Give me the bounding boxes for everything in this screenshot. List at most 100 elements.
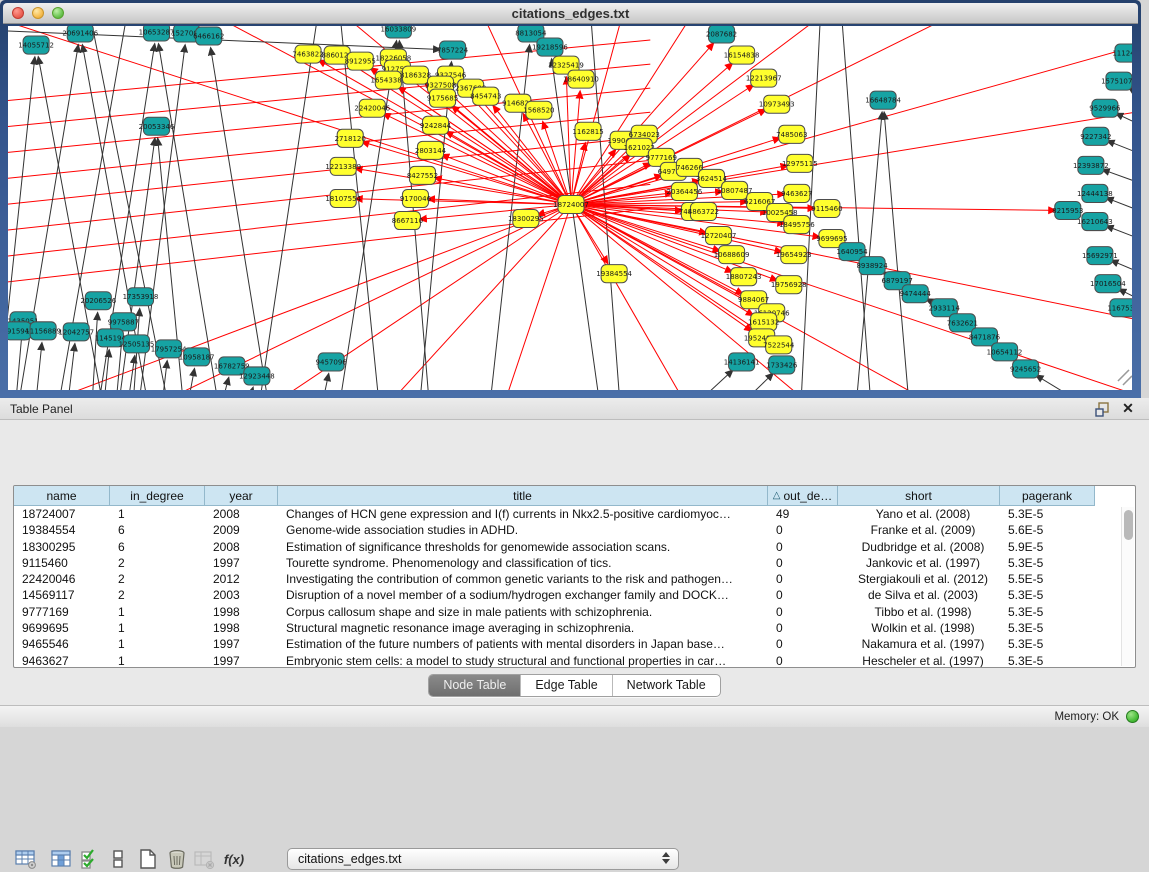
network-node[interactable]: 18495756 (779, 216, 815, 234)
network-edge[interactable] (259, 26, 319, 390)
network-node[interactable]: 9175685 (427, 89, 458, 107)
column-header-in_degree[interactable]: in_degree (110, 486, 205, 506)
network-node[interactable]: 9975887 (108, 313, 139, 331)
table-cell[interactable]: Wolkin et al. (1998) (838, 620, 1000, 636)
network-node[interactable]: 1615132 (748, 313, 779, 331)
network-node[interactable]: 10653287 (139, 26, 175, 41)
network-node[interactable]: 7522544 (763, 336, 795, 354)
network-node[interactable]: 18807243 (726, 268, 762, 286)
table-cell[interactable]: 0 (768, 587, 838, 603)
table-cell[interactable]: 2009 (205, 522, 278, 538)
network-node[interactable]: 19654923 (776, 246, 812, 264)
table-cell[interactable]: 1 (110, 636, 205, 652)
network-node[interactable]: 10958187 (179, 348, 215, 366)
table-cell[interactable]: 1997 (205, 555, 278, 571)
table-cell[interactable]: 2 (110, 587, 205, 603)
table-cell[interactable]: 9777169 (14, 604, 110, 620)
network-edge[interactable] (163, 361, 168, 390)
network-node[interactable]: 7485063 (776, 125, 807, 143)
network-node[interactable]: 6466162 (193, 27, 224, 45)
network-node[interactable]: 12213967 (746, 69, 782, 87)
network-edge[interactable] (571, 204, 1132, 326)
network-node[interactable]: 14136141 (724, 353, 760, 371)
network-node[interactable]: 1167531 (1107, 299, 1132, 317)
network-node[interactable]: 18107554 (325, 189, 361, 207)
table-cell[interactable]: 22420046 (14, 571, 110, 587)
network-edge[interactable] (349, 204, 571, 390)
network-node[interactable]: 12720407 (701, 227, 737, 245)
network-node[interactable]: 12213389 (325, 157, 361, 175)
network-edge[interactable] (1129, 88, 1132, 103)
network-edge[interactable] (158, 44, 218, 390)
new-table-button[interactable] (135, 846, 161, 872)
table-cell[interactable]: 14569117 (14, 587, 110, 603)
table-cell[interactable]: Tibbo et al. (1998) (838, 604, 1000, 620)
network-edge[interactable] (700, 370, 732, 390)
table-cell[interactable]: 49 (768, 506, 838, 522)
network-node[interactable]: 9529966 (1089, 99, 1121, 117)
network-node[interactable]: 18640910 (563, 70, 599, 88)
network-node[interactable]: 10973493 (759, 95, 795, 113)
column-header-pagerank[interactable]: pagerank (1000, 486, 1095, 506)
table-cell[interactable]: 2003 (205, 587, 278, 603)
table-cell[interactable]: 0 (768, 636, 838, 652)
table-cell[interactable]: 1997 (205, 653, 278, 668)
network-node[interactable]: 12923448 (239, 367, 275, 385)
network-node[interactable]: 18300295 (508, 210, 544, 228)
table-cell[interactable]: 5.3E-5 (1000, 620, 1095, 636)
column-visibility-button[interactable] (48, 846, 74, 872)
table-cell[interactable]: 18724007 (14, 506, 110, 522)
network-edge[interactable] (1106, 226, 1132, 244)
table-cell[interactable]: 5.3E-5 (1000, 653, 1095, 668)
network-node[interactable]: 9457096 (316, 353, 348, 371)
network-edge[interactable] (571, 26, 1012, 204)
table-cell[interactable]: 9699695 (14, 620, 110, 636)
table-row[interactable]: 1938455462009Genome-wide association stu… (14, 522, 1135, 538)
table-row[interactable]: 1456911722003Disruption of a novel membe… (14, 587, 1135, 603)
table-cell[interactable]: Stergiakouli et al. (2012) (838, 571, 1000, 587)
resize-handle-icon[interactable] (1118, 370, 1132, 385)
network-edge[interactable] (211, 48, 269, 390)
table-cell[interactable]: 2 (110, 571, 205, 587)
scrollbar-thumb[interactable] (1124, 510, 1133, 540)
table-cell[interactable]: Jankovic et al. (1997) (838, 555, 1000, 571)
delete-table-button[interactable] (191, 846, 217, 872)
network-node[interactable]: 2718120 (335, 129, 366, 147)
network-node[interactable]: 22420046 (354, 99, 390, 117)
network-node[interactable]: 19756928 (771, 276, 807, 294)
network-graph[interactable]: 8860123891295518226058912750316543382818… (8, 26, 1132, 390)
table-cell[interactable]: 5.9E-5 (1000, 539, 1095, 555)
close-panel-button[interactable]: ✕ (1119, 401, 1137, 417)
table-row[interactable]: 977716911998Corpus callosum shape and si… (14, 604, 1135, 620)
column-header-short[interactable]: short (838, 486, 1000, 506)
tab-node-table[interactable]: Node Table (429, 675, 521, 696)
network-node[interactable]: 8912955 (345, 52, 376, 70)
network-edge[interactable] (1116, 113, 1132, 130)
table-cell[interactable]: 5.5E-5 (1000, 571, 1095, 587)
network-node[interactable]: 8938924 (856, 257, 888, 275)
network-node[interactable]: 14055712 (18, 36, 54, 54)
table-cell[interactable]: 9463627 (14, 653, 110, 668)
network-node[interactable]: 9227342 (1080, 127, 1111, 145)
network-node[interactable]: 7857224 (437, 41, 469, 59)
network-node[interactable]: 17016504 (1090, 275, 1126, 293)
table-cell[interactable]: 2008 (205, 506, 278, 522)
table-cell[interactable]: 5.3E-5 (1000, 636, 1095, 652)
table-cell[interactable]: 0 (768, 522, 838, 538)
window-titlebar[interactable]: citations_edges.txt (3, 3, 1138, 24)
table-cell[interactable]: Yano et al. (2008) (838, 506, 1000, 522)
table-row[interactable]: 1872400712008Changes of HCN gene express… (14, 506, 1135, 522)
table-cell[interactable]: 5.3E-5 (1000, 555, 1095, 571)
table-cell[interactable]: Corpus callosum shape and size in male p… (278, 604, 768, 620)
network-node[interactable]: 8454743 (470, 87, 501, 105)
table-cell[interactable]: 1 (110, 653, 205, 668)
network-edge[interactable] (68, 344, 75, 390)
table-cell[interactable]: Estimation of significance thresholds fo… (278, 539, 768, 555)
table-cell[interactable]: 0 (768, 555, 838, 571)
table-cell[interactable]: Genome-wide association studies in ADHD. (278, 522, 768, 538)
function-builder-button[interactable]: f(x) (221, 846, 247, 872)
network-node[interactable]: 9474444 (900, 285, 932, 303)
float-panel-button[interactable] (1095, 401, 1113, 417)
table-cell[interactable]: Franke et al. (2009) (838, 522, 1000, 538)
network-edge[interactable] (8, 112, 650, 184)
